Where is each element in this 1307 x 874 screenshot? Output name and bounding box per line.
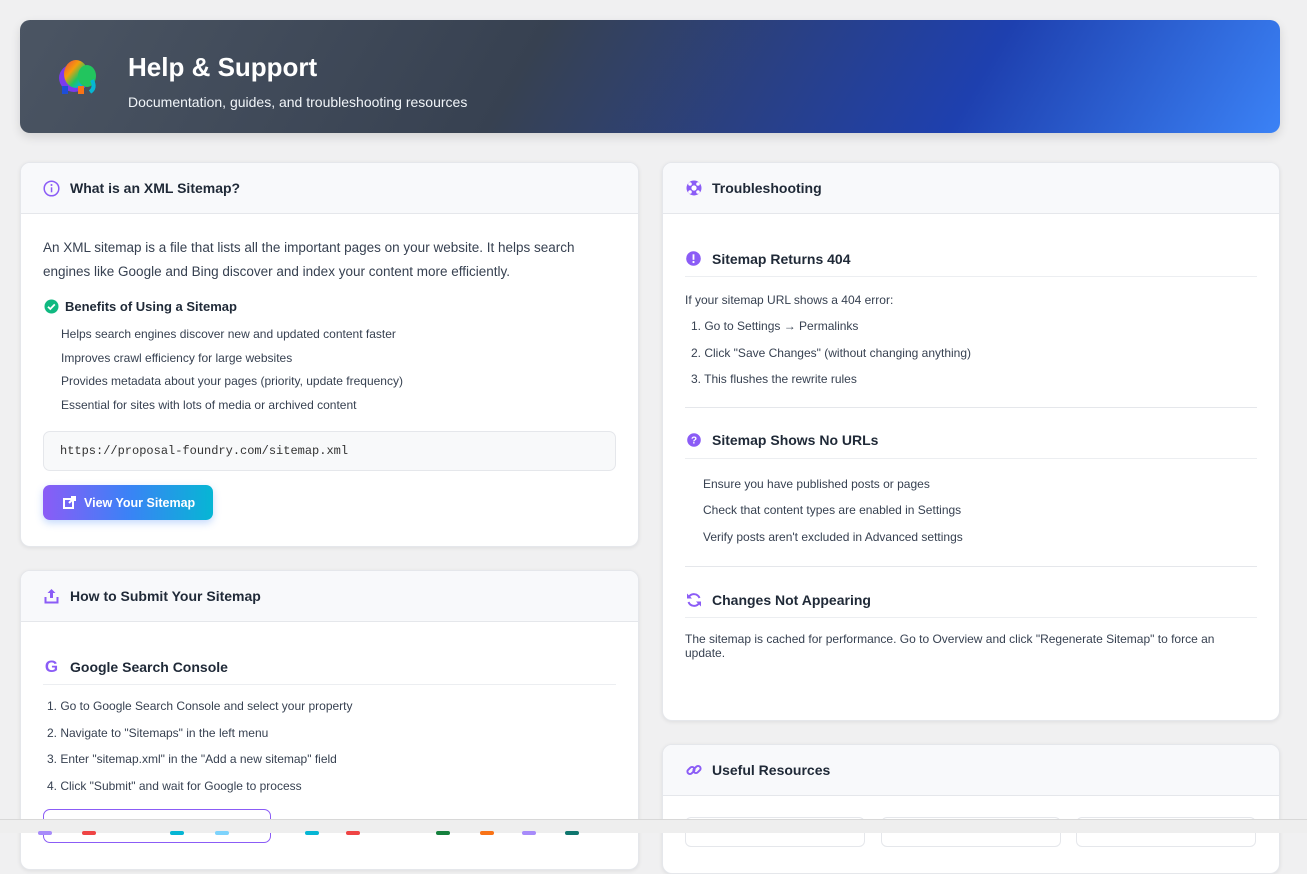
section-title: Sitemap Returns 404: [712, 250, 851, 267]
page-subtitle: Documentation, guides, and troubleshooti…: [128, 94, 468, 110]
useful-resources-card: Useful Resources: [662, 744, 1280, 874]
sitemap-intro: An XML sitemap is a file that lists all …: [43, 240, 575, 279]
taskbar-app-icon[interactable]: [170, 831, 184, 835]
svg-text:?: ?: [690, 436, 696, 447]
section-text: The sitemap is cached for performance. G…: [685, 632, 1215, 660]
list-item: Helps search engines discover new and up…: [61, 327, 396, 341]
list-item: 4. Click "Submit" and wait for Google to…: [47, 778, 302, 793]
section-title: Changes Not Appearing: [712, 591, 871, 608]
taskbar-app-icon[interactable]: [215, 831, 229, 835]
what-is-sitemap-card: What is an XML Sitemap? An XML sitemap i…: [20, 162, 639, 547]
section-intro: If your sitemap URL shows a 404 error:: [685, 293, 894, 307]
upload-icon: [43, 588, 60, 605]
list-item: Improves crawl efficiency for large webs…: [61, 350, 293, 365]
google-icon: G: [44, 656, 59, 676]
benefits-list: Helps search engines discover new and up…: [61, 323, 616, 417]
list-item: Provides metadata about your pages (prio…: [61, 374, 403, 388]
sitemap-url[interactable]: https://proposal-foundry.com/sitemap.xml: [43, 431, 616, 471]
section-title: Sitemap Shows No URLs: [712, 432, 879, 448]
view-sitemap-label: View Your Sitemap: [84, 495, 196, 510]
list-item: 3. This flushes the rewrite rules: [691, 372, 857, 386]
taskbar-app-icon[interactable]: [436, 831, 450, 835]
external-link-icon: [63, 494, 76, 511]
list-item: 2. Navigate to "Sitemaps" in the left me…: [47, 725, 269, 740]
question-circle-icon: ?: [685, 432, 702, 449]
list-item: Essential for sites with lots of media o…: [61, 397, 357, 412]
list-item: Check that content types are enabled in …: [703, 503, 962, 517]
google-section-title: Google Search Console: [70, 658, 228, 675]
card-title: How to Submit Your Sitemap: [70, 588, 261, 604]
card-title: Troubleshooting: [712, 180, 822, 196]
info-icon: [43, 179, 60, 197]
page-title: Help & Support: [128, 52, 318, 82]
list-item: 1. Go to Settings → Permalinks: [691, 319, 859, 333]
card-title: Useful Resources: [712, 762, 831, 778]
elephant-logo-icon: [59, 60, 96, 94]
troubleshooting-card: Troubleshooting Sitemap Returns 404 If y…: [662, 162, 1280, 721]
taskbar-app-icon[interactable]: [522, 831, 536, 835]
sync-icon: [685, 591, 702, 608]
taskbar: [0, 819, 1307, 835]
list-item: Verify posts aren't excluded in Advanced…: [703, 529, 963, 544]
taskbar-app-icon[interactable]: [38, 831, 52, 835]
taskbar-app-icon[interactable]: [82, 831, 96, 835]
list-item: Ensure you have published posts or pages: [703, 476, 930, 491]
taskbar-app-icon[interactable]: [305, 831, 319, 835]
taskbar-app-icon[interactable]: [346, 831, 360, 835]
list-item: 1. Go to Google Search Console and selec…: [47, 699, 353, 713]
list-item: 2. Click "Save Changes" (without changin…: [691, 345, 972, 360]
benefits-title: Benefits of Using a Sitemap: [65, 299, 237, 314]
list-item: 3. Enter "sitemap.xml" in the "Add a new…: [47, 752, 337, 766]
taskbar-app-icon[interactable]: [480, 831, 494, 835]
taskbar-app-icon[interactable]: [565, 831, 579, 835]
divider: [685, 406, 1257, 408]
exclamation-circle-icon: [685, 250, 702, 267]
link-icon: [685, 762, 702, 779]
life-ring-icon: [685, 180, 702, 197]
divider: [685, 566, 1257, 567]
check-circle-icon: [43, 298, 60, 315]
page-header: Help & Support Documentation, guides, an…: [20, 20, 1280, 133]
view-sitemap-button[interactable]: View Your Sitemap: [43, 485, 214, 520]
card-title: What is an XML Sitemap?: [70, 180, 241, 196]
